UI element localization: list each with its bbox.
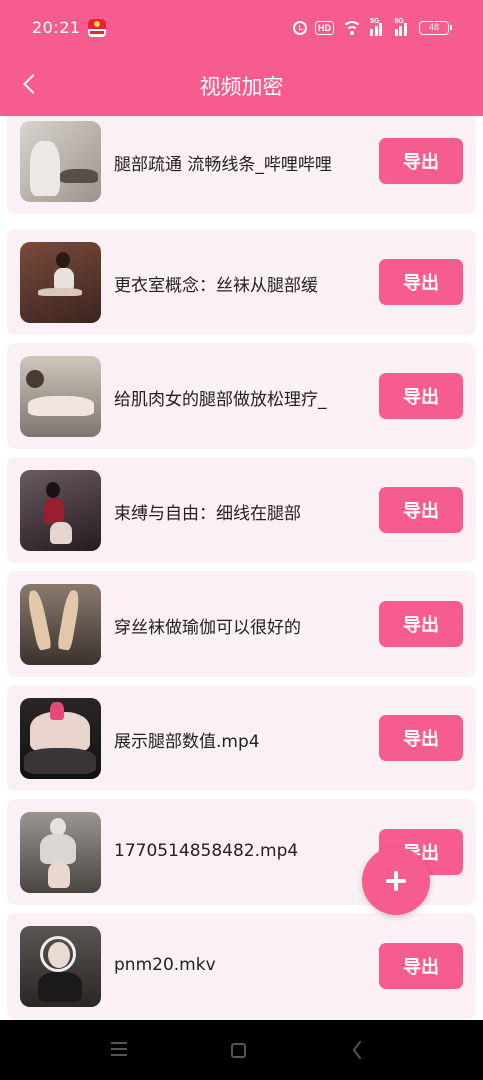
video-title: pnm20.mkv [114, 955, 216, 975]
hd-voice-icon: HD [315, 21, 334, 35]
video-thumbnail [20, 242, 101, 323]
video-title: 展示腿部数值.mp4 [114, 732, 260, 752]
add-video-button[interactable] [362, 847, 430, 915]
export-button[interactable]: 导出 [379, 601, 463, 647]
export-button[interactable]: 导出 [379, 138, 463, 184]
video-title: 1770514858482.mp4 [114, 841, 299, 861]
menu-icon[interactable] [111, 1042, 127, 1056]
export-button[interactable]: 导出 [379, 715, 463, 761]
status-icons: HD 5G 5G 48 [293, 18, 452, 37]
video-thumbnail [20, 926, 101, 1007]
video-thumbnail [20, 470, 101, 551]
video-thumbnail [20, 356, 101, 437]
video-thumbnail [20, 812, 101, 893]
title-bar: 视频加密 [0, 56, 483, 116]
video-card[interactable]: 给肌肉女的腿部做放松理疗_ 导出 [7, 343, 476, 449]
notification-app-icon [88, 19, 106, 37]
home-icon[interactable] [231, 1043, 246, 1058]
signal-label-1: 5G [370, 18, 380, 25]
export-button[interactable]: 导出 [379, 487, 463, 533]
video-card[interactable]: 展示腿部数值.mp4 导出 [7, 685, 476, 791]
signal-icon-2: 5G [394, 18, 412, 36]
video-card[interactable]: pnm20.mkv 导出 [7, 913, 476, 1019]
status-bar: 20:21 HD 5G 5G 48 [0, 0, 483, 56]
video-title: 更衣室概念：丝袜从腿部缓 [114, 276, 318, 296]
status-time: 20:21 [32, 18, 81, 37]
wifi-icon [342, 21, 362, 35]
export-button[interactable]: 导出 [379, 373, 463, 419]
signal-icon-1: 5G [370, 18, 387, 36]
alarm-icon [293, 21, 307, 35]
video-card[interactable]: 束缚与自由：细线在腿部 导出 [7, 457, 476, 563]
video-thumbnail [20, 584, 101, 665]
video-card[interactable]: 更衣室概念：丝袜从腿部缓 导出 [7, 229, 476, 335]
export-button[interactable]: 导出 [379, 943, 463, 989]
back-icon[interactable] [350, 1042, 366, 1058]
battery-icon: 48 [419, 21, 452, 35]
system-nav-bar [0, 1020, 483, 1080]
video-title: 腿部疏通 流畅线条_哔哩哔哩 [114, 155, 332, 175]
page-title: 视频加密 [199, 75, 284, 99]
video-card[interactable]: 穿丝袜做瑜伽可以很好的 导出 [7, 571, 476, 677]
video-title: 穿丝袜做瑜伽可以很好的 [114, 618, 301, 638]
video-thumbnail [20, 698, 101, 779]
export-button[interactable]: 导出 [379, 259, 463, 305]
signal-label-2: 5G [394, 18, 404, 25]
video-title: 给肌肉女的腿部做放松理疗_ [114, 390, 327, 410]
video-card[interactable]: 腿部疏通 流畅线条_哔哩哔哩 导出 [7, 116, 476, 214]
video-thumbnail [20, 121, 101, 202]
video-title: 束缚与自由：细线在腿部 [114, 504, 301, 524]
